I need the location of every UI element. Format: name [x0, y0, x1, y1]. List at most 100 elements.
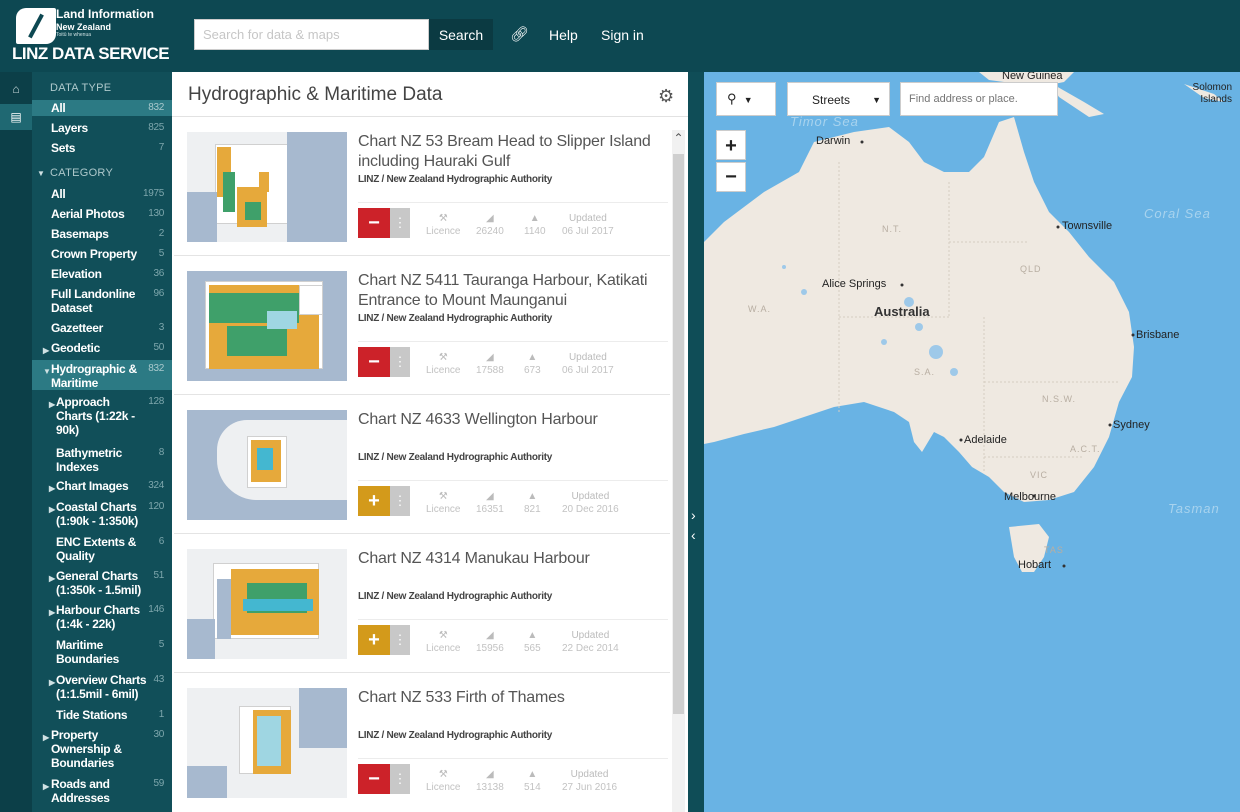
result-title[interactable]: Chart NZ 533 Firth of Thames [358, 688, 658, 708]
sign-in-link[interactable]: Sign in [601, 27, 644, 43]
filter-category-gazetteer[interactable]: Gazetteer 3 [32, 321, 172, 337]
filter-count: 8 [158, 447, 165, 458]
filter-count: 59 [153, 778, 164, 789]
chevron-down-icon: ▼ [872, 95, 881, 105]
panel-splitter[interactable]: › ‹ [688, 72, 704, 812]
add-to-map-button[interactable]: + [358, 486, 390, 516]
remove-from-map-button[interactable]: − [358, 208, 390, 238]
add-to-map-button[interactable]: + [358, 625, 390, 655]
remove-from-map-button[interactable]: − [358, 764, 390, 794]
result-title[interactable]: Chart NZ 4633 Wellington Harbour [358, 410, 658, 430]
more-options-button[interactable]: ⋮ [390, 208, 410, 238]
result-title[interactable]: Chart NZ 53 Bream Head to Slipper Island… [358, 132, 658, 172]
licence-stat: ⚒ Licence [426, 212, 460, 238]
chart-thumbnail[interactable] [187, 410, 347, 520]
gear-icon[interactable]: ⚙ [658, 86, 674, 107]
link-icon[interactable]: 🔗︎ [510, 25, 529, 43]
home-icon[interactable]: ⌂ [0, 76, 32, 102]
filter-category-all[interactable]: All 1975 [32, 187, 172, 203]
find-address-input[interactable] [900, 82, 1058, 116]
result-card[interactable]: Chart NZ 533 Firth of Thames LINZ / New … [174, 676, 670, 812]
filter-sub-maritime-boundaries[interactable]: Maritime Boundaries 5 [32, 638, 172, 666]
chevron-right-icon[interactable]: › [691, 507, 696, 523]
results-scrollbar[interactable]: ⌃ [672, 130, 685, 812]
remove-from-map-button[interactable]: − [358, 347, 390, 377]
filter-sidebar: DATA TYPE All 832 Layers 825 Sets 7 ▼ CATEG… [32, 72, 172, 812]
result-title[interactable]: Chart NZ 4314 Manukau Harbour [358, 549, 658, 569]
filter-category-elevation[interactable]: Elevation 36 [32, 267, 172, 283]
licence-label: Licence [426, 365, 461, 376]
filter-sub-harbour-charts[interactable]: ▶ Harbour Charts (1:4k - 22k) 146 [32, 603, 172, 631]
result-title[interactable]: Chart NZ 5411 Tauranga Harbour, Katikati… [358, 271, 658, 311]
filter-category-basemaps[interactable]: Basemaps 2 [32, 227, 172, 243]
filter-category-hydrographic[interactable]: ▼ Hydrographic & Maritime 832 [32, 360, 172, 390]
map-view[interactable]: New Guinea Solomon Islands Timor Sea Dar… [704, 72, 1240, 812]
filter-datatype-layers[interactable]: Layers 825 [32, 121, 172, 137]
filter-category-crown-property[interactable]: Crown Property 5 [32, 247, 172, 263]
filter-sub-enc-extents[interactable]: ENC Extents & Quality 6 [32, 535, 172, 563]
result-card[interactable]: Chart NZ 4314 Manukau Harbour LINZ / New… [174, 537, 670, 673]
label-wa: W.A. [748, 304, 772, 314]
filter-label: Roads and Addresses [51, 777, 110, 805]
filter-category-roads[interactable]: ▶ Roads and Addresses 59 [32, 777, 172, 805]
filter-count: 120 [148, 501, 164, 512]
filter-sub-coastal-charts[interactable]: ▶ Coastal Charts (1:90k - 1:350k) 120 [32, 500, 172, 528]
search-input[interactable] [194, 19, 429, 50]
more-options-button[interactable]: ⋮ [390, 625, 410, 655]
filter-sub-chart-images[interactable]: ▶ Chart Images 324 [32, 479, 172, 495]
more-options-button[interactable]: ⋮ [390, 486, 410, 516]
result-card[interactable]: Chart NZ 4633 Wellington Harbour LINZ / … [174, 398, 670, 534]
basemap-style-select[interactable]: Streets ▼ [787, 82, 890, 116]
map-zoom-select[interactable]: ⚲ ▼ [716, 82, 776, 116]
label-brisbane: Brisbane [1136, 329, 1180, 341]
filter-sub-overview-charts[interactable]: ▶ Overview Charts (1:1.5mil - 6mil) 43 [32, 673, 172, 701]
chevron-left-icon[interactable]: ‹ [691, 527, 696, 543]
filter-sub-approach-charts[interactable]: ▶ Approach Charts (1:22k - 90k) 128 [32, 395, 172, 437]
filter-label: Gazetteer [51, 321, 103, 335]
more-options-button[interactable]: ⋮ [390, 764, 410, 794]
zoom-in-button[interactable]: + [716, 130, 746, 160]
chart-thumbnail[interactable] [187, 688, 347, 798]
help-link[interactable]: Help [549, 27, 578, 43]
views-icon: ◢ [486, 769, 494, 780]
category-heading: CATEGORY [50, 167, 114, 179]
licence-icon: ⚒ [438, 630, 448, 641]
scroll-thumb[interactable] [673, 154, 684, 714]
filter-category-geodetic[interactable]: ▶ Geodetic 50 [32, 341, 172, 357]
chart-thumbnail[interactable] [187, 132, 347, 242]
label-vic: VIC [1030, 470, 1049, 480]
more-options-button[interactable]: ⋮ [390, 347, 410, 377]
search-button[interactable]: Search [429, 19, 493, 50]
filter-count: 3 [158, 322, 165, 333]
filter-datatype-sets[interactable]: Sets 7 [32, 141, 172, 157]
chart-thumbnail[interactable] [187, 549, 347, 659]
top-header: Land Information New Zealand Toitū te wh… [0, 0, 1240, 72]
filter-sub-tide-stations[interactable]: Tide Stations 1 [32, 708, 172, 724]
filter-category-aerial-photos[interactable]: Aerial Photos 130 [32, 207, 172, 223]
downloads-stat: ▲ 673 [524, 351, 541, 377]
chart-thumbnail[interactable] [187, 271, 347, 381]
filter-category-property[interactable]: ▶ Property Ownership & Boundaries 30 [32, 728, 172, 770]
filter-sub-bathymetric[interactable]: Bathymetric Indexes 8 [32, 446, 172, 474]
zoom-out-button[interactable]: − [716, 162, 746, 192]
filter-category-full-landonline[interactable]: Full Landonline Dataset 96 [32, 287, 172, 315]
views-stat: ◢ 17588 [476, 351, 504, 377]
downloads-stat: ▲ 565 [524, 629, 541, 655]
views-count: 13138 [476, 782, 504, 793]
downloads-stat: ▲ 1140 [524, 212, 546, 238]
filter-count: 832 [148, 363, 164, 374]
views-icon: ◢ [486, 491, 494, 502]
divider [358, 202, 668, 203]
expand-arrow-icon: ▶ [43, 733, 49, 742]
filter-sub-general-charts[interactable]: ▶ General Charts (1:350k - 1.5mil) 51 [32, 569, 172, 597]
views-count: 16351 [476, 504, 504, 515]
collapse-arrow-icon: ▼ [43, 367, 51, 376]
result-card[interactable]: Chart NZ 53 Bream Head to Slipper Island… [174, 120, 670, 256]
linz-logo[interactable]: Land Information New Zealand Toitū te wh… [10, 6, 170, 68]
scroll-up-icon[interactable]: ⌃ [672, 130, 685, 146]
list-view-icon[interactable]: ▤ [0, 104, 32, 130]
result-card[interactable]: Chart NZ 5411 Tauranga Harbour, Katikati… [174, 259, 670, 395]
label-sydney: Sydney [1113, 419, 1150, 431]
label-darwin: Darwin [816, 135, 851, 147]
filter-datatype-all[interactable]: All 832 [32, 100, 172, 116]
